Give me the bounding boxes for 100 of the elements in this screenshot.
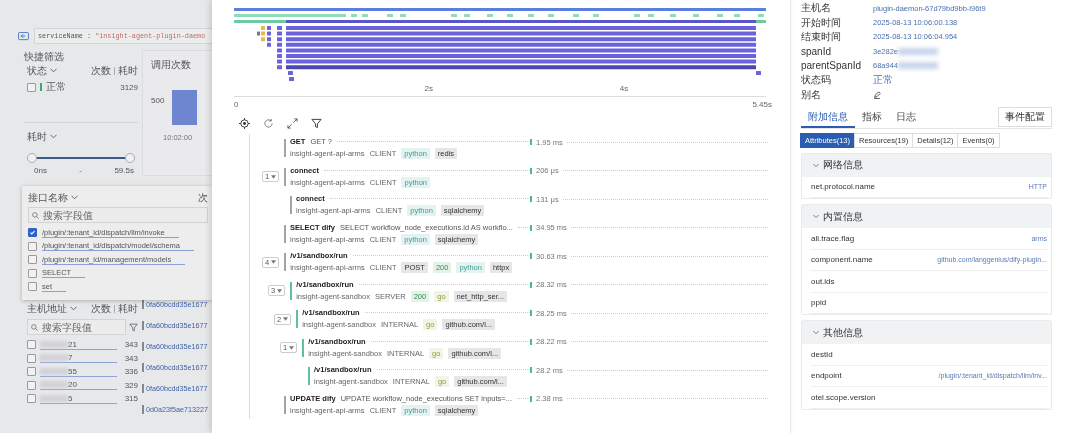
attribute-key: component.name bbox=[811, 255, 873, 265]
count-text: 343 bbox=[124, 353, 138, 363]
column-label[interactable]: 次数 bbox=[91, 63, 111, 78]
chart-title: 调用次数 bbox=[151, 58, 192, 72]
axis-label: 2s bbox=[424, 84, 433, 93]
tab[interactable]: 日志 bbox=[889, 109, 923, 128]
redacted-block bbox=[898, 47, 939, 55]
host-label: 20 bbox=[68, 380, 77, 390]
checkbox[interactable] bbox=[27, 82, 36, 92]
caret-icon bbox=[289, 345, 295, 350]
host-label: 7 bbox=[68, 353, 73, 363]
redacted-block bbox=[40, 340, 68, 348]
redacted-block bbox=[40, 394, 68, 402]
chevron-icon[interactable] bbox=[50, 134, 57, 139]
duration-marker bbox=[530, 139, 532, 146]
field-label: 别名 bbox=[801, 87, 822, 102]
filter-title[interactable]: 状态 bbox=[27, 63, 47, 78]
search-icon bbox=[31, 323, 38, 331]
duration-marker bbox=[530, 281, 532, 288]
tab[interactable]: 指标 bbox=[855, 109, 889, 128]
filter-icon[interactable] bbox=[311, 118, 322, 129]
count-text: 315 bbox=[124, 394, 138, 404]
attribute-key: otel.scope.version bbox=[811, 393, 876, 402]
search-field[interactable]: 搜索字段值 bbox=[28, 207, 208, 223]
checkbox[interactable] bbox=[27, 394, 36, 404]
section-title: 快捷筛选 bbox=[24, 50, 65, 63]
attribute-key: endpoint bbox=[811, 371, 842, 381]
search-field[interactable]: 搜索字段值 bbox=[27, 319, 126, 335]
axis-label: 4s bbox=[619, 84, 629, 93]
redacted-block bbox=[40, 367, 68, 375]
redacted-block bbox=[898, 62, 939, 70]
field-label: spanId bbox=[801, 45, 833, 57]
section-title: 其他信息 bbox=[823, 325, 863, 340]
column-label[interactable]: 耗时 bbox=[118, 301, 138, 316]
field-label: 状态码 bbox=[801, 73, 832, 88]
checkbox[interactable] bbox=[28, 241, 37, 251]
range-min: 0ns bbox=[34, 166, 47, 175]
tab[interactable]: 附加信息 bbox=[801, 109, 855, 128]
checkbox[interactable] bbox=[27, 380, 36, 390]
redacted-block bbox=[40, 381, 68, 389]
duration-marker bbox=[530, 224, 532, 231]
axis-label: 500 bbox=[151, 96, 165, 105]
attribute-key: ppid bbox=[811, 298, 827, 308]
field-value: 正常 bbox=[873, 73, 893, 88]
caret-icon bbox=[271, 260, 277, 265]
chart-bar bbox=[172, 90, 198, 125]
checkbox[interactable] bbox=[28, 255, 37, 265]
expand-icon[interactable] bbox=[287, 118, 298, 129]
chevron-icon[interactable] bbox=[71, 195, 78, 200]
chevron-icon bbox=[813, 330, 819, 336]
checkbox[interactable] bbox=[27, 340, 36, 350]
checkbox[interactable] bbox=[28, 268, 37, 278]
refresh-icon[interactable] bbox=[263, 118, 274, 129]
filter-title[interactable]: 接口名称 bbox=[28, 190, 68, 205]
query-icon[interactable] bbox=[18, 31, 29, 41]
caret-icon bbox=[271, 174, 277, 179]
range-max: 59.5s bbox=[114, 166, 134, 175]
duration-marker bbox=[530, 196, 532, 203]
chevron-icon bbox=[813, 214, 819, 220]
field-label: 结束时间 bbox=[801, 29, 842, 44]
attribute-key: out.ids bbox=[811, 277, 835, 286]
checkbox[interactable] bbox=[28, 228, 37, 238]
attribute-key: destId bbox=[811, 350, 833, 359]
host-label: 55 bbox=[68, 366, 77, 376]
column-label[interactable]: 次数 bbox=[91, 301, 111, 316]
chevron-icon[interactable] bbox=[70, 306, 77, 311]
attribute-key: ali.trace.flag bbox=[811, 234, 855, 243]
range-slider[interactable] bbox=[27, 152, 135, 164]
count-text: 329 bbox=[124, 380, 138, 390]
filter-label: 正常 bbox=[46, 80, 67, 94]
section-header[interactable]: 其他信息 bbox=[802, 321, 1051, 345]
field-label: 开始时间 bbox=[801, 15, 842, 30]
section-header[interactable]: 网络信息 bbox=[802, 153, 1051, 177]
duration-marker bbox=[530, 167, 532, 174]
filter-title[interactable]: 耗时 bbox=[27, 129, 47, 144]
event-config-button[interactable]: 事件配置 bbox=[998, 106, 1052, 127]
host-label: 5 bbox=[68, 393, 73, 403]
locate-icon[interactable] bbox=[239, 118, 250, 129]
count-text: 336 bbox=[124, 367, 138, 377]
duration-marker bbox=[530, 367, 532, 374]
section-header[interactable]: 内置信息 bbox=[802, 205, 1051, 229]
axis-label: 0 bbox=[234, 100, 239, 109]
field-label: 主机名 bbox=[801, 1, 832, 16]
checkbox[interactable] bbox=[27, 367, 36, 377]
checkbox[interactable] bbox=[28, 282, 37, 292]
edit-icon[interactable] bbox=[873, 90, 881, 99]
attribute-key: net.protocol.name bbox=[811, 182, 876, 192]
filter-title[interactable]: 主机地址 bbox=[27, 301, 67, 316]
chevron-icon[interactable] bbox=[50, 68, 57, 73]
section-title: 内置信息 bbox=[823, 209, 863, 224]
checkbox[interactable] bbox=[27, 353, 36, 363]
field-label: parentSpanId bbox=[801, 60, 863, 72]
caret-icon bbox=[277, 288, 283, 293]
duration-marker bbox=[530, 338, 532, 345]
chevron-icon bbox=[813, 162, 819, 168]
axis-label: 5.45s bbox=[752, 100, 772, 109]
host-label: 21 bbox=[68, 339, 77, 349]
column-label[interactable]: 次 bbox=[198, 190, 208, 205]
range-separator: - bbox=[79, 166, 82, 175]
column-label[interactable]: 耗时 bbox=[118, 63, 138, 78]
